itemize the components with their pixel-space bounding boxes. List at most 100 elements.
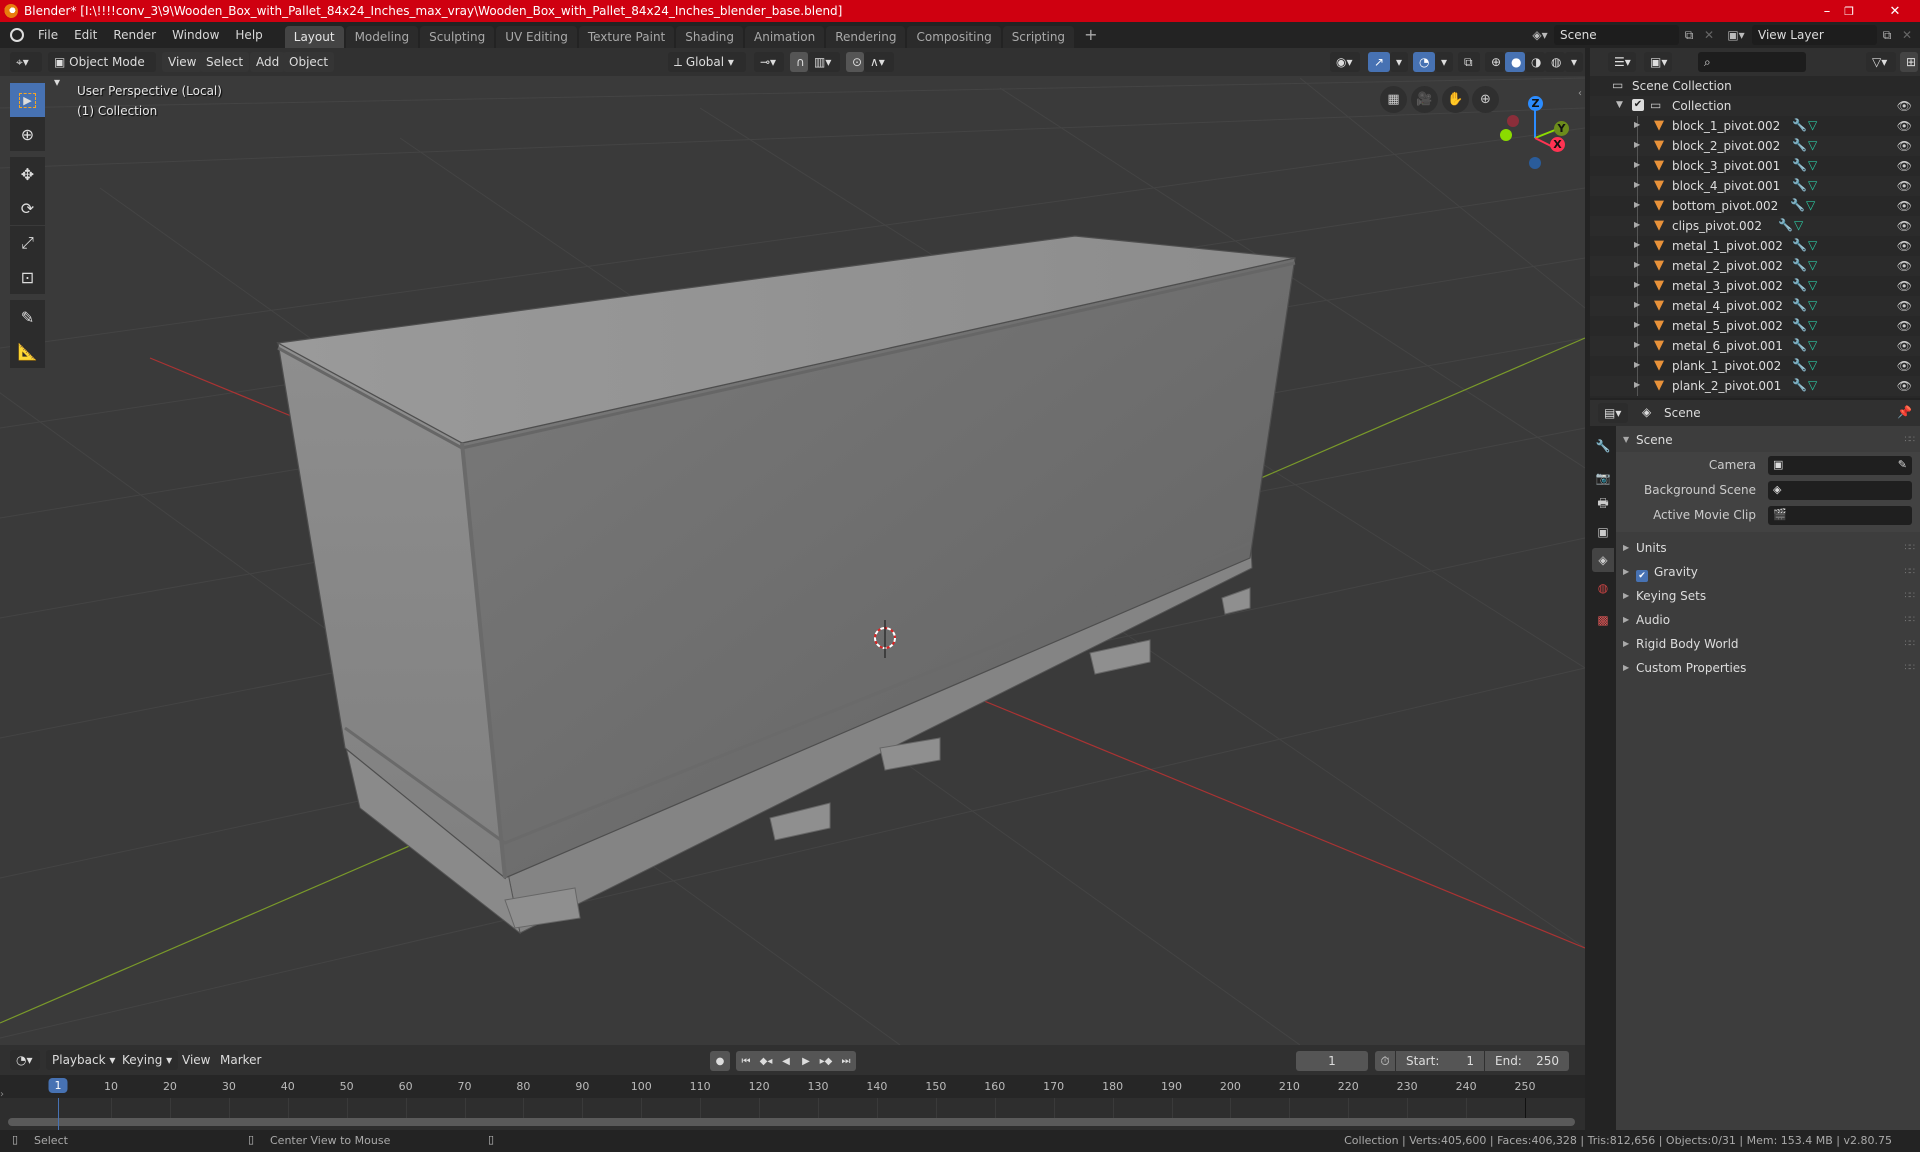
menu-help[interactable]: Help (227, 22, 270, 48)
visibility-eye-icon[interactable]: 👁 (1897, 99, 1912, 113)
pin-icon[interactable]: 📌 (1897, 405, 1912, 419)
mesh-data-icon[interactable]: ▽ (1794, 218, 1803, 232)
current-frame-field[interactable]: 1 (1296, 1051, 1368, 1071)
mesh-data-icon[interactable]: ▽ (1808, 318, 1817, 332)
new-scene-icon[interactable]: ⧉ (1679, 25, 1699, 45)
tab-shading[interactable]: Shading (676, 26, 743, 48)
sidebar-toggle-icon[interactable]: ‹ (1578, 88, 1582, 99)
outliner-item[interactable]: ▶ ▼ block_4_pivot.001 🔧 ▽ 👁 (1590, 176, 1920, 196)
shading-material-icon[interactable]: ◑ (1525, 52, 1545, 72)
tab-texture-paint[interactable]: Texture Paint (578, 26, 675, 48)
add-workspace-button[interactable]: + (1076, 22, 1105, 48)
outliner-editor-type-icon[interactable]: ☰▾ (1608, 52, 1636, 72)
snap-target-icon[interactable]: ▥▾ (808, 52, 840, 72)
outliner-item[interactable]: ▶ ▼ clips_pivot.002 🔧 ▽ 👁 (1590, 216, 1920, 236)
start-frame-field[interactable]: Start: 1 (1396, 1051, 1484, 1071)
modifier-wrench-icon[interactable]: 🔧 (1792, 298, 1807, 312)
blender-menu-icon[interactable] (10, 28, 24, 42)
shading-wireframe-icon[interactable]: ⊕ (1485, 52, 1505, 72)
modifier-wrench-icon[interactable]: 🔧 (1792, 158, 1807, 172)
playback-menu[interactable]: Playback ▾ (46, 1050, 122, 1070)
drag-grip-icon[interactable]: ∷∷ (1905, 428, 1916, 452)
transform-orientation-dropdown[interactable]: ⟂ Global ▾ (668, 52, 746, 72)
view-layer-browse-icon[interactable]: ▣▾ (1722, 25, 1750, 45)
drag-grip-icon[interactable]: ∷∷ (1905, 632, 1916, 656)
expand-icon[interactable]: ▶ (1634, 160, 1640, 169)
record-button[interactable]: ● (710, 1051, 730, 1071)
drag-grip-icon[interactable]: ∷∷ (1905, 656, 1916, 680)
delete-view-layer-icon[interactable]: ✕ (1897, 25, 1917, 45)
move-tool[interactable]: ✥ (10, 157, 45, 191)
cursor-tool[interactable]: ⊕ (10, 117, 45, 151)
measure-tool[interactable]: 📐 (10, 334, 45, 368)
shading-dropdown-icon[interactable]: ▾ (1565, 52, 1583, 72)
gizmo-z-axis[interactable]: Z (1528, 96, 1543, 111)
camera-view-icon[interactable]: 🎥 (1411, 86, 1438, 113)
timeline-expand-icon[interactable]: › (0, 1089, 4, 1100)
select-box-tool[interactable]: ▶ (10, 83, 45, 117)
rotate-tool[interactable]: ⟳ (10, 191, 45, 225)
gizmo-toggle-icon[interactable]: ↗ (1368, 52, 1390, 72)
timeline-view-menu[interactable]: View (176, 1050, 216, 1070)
collection-checkbox[interactable]: ✔ (1632, 99, 1644, 111)
object-mode-dropdown[interactable]: ▣ Object Mode ▾ (48, 52, 156, 89)
close-button[interactable]: ✕ (1872, 0, 1918, 22)
modifier-wrench-icon[interactable]: 🔧 (1792, 138, 1807, 152)
expand-icon[interactable]: ▶ (1634, 200, 1640, 209)
tab-rendering[interactable]: Rendering (826, 26, 906, 48)
visibility-eye-icon[interactable]: 👁 (1897, 199, 1912, 213)
visibility-eye-icon[interactable]: 👁 (1897, 279, 1912, 293)
play-reverse-button[interactable]: ◀ (776, 1051, 796, 1071)
drag-grip-icon[interactable]: ∷∷ (1905, 536, 1916, 560)
visibility-eye-icon[interactable]: 👁 (1897, 379, 1912, 393)
modifier-wrench-icon[interactable]: 🔧 (1792, 118, 1807, 132)
outliner-item[interactable]: ▶ ▼ metal_6_pivot.001 🔧 ▽ 👁 (1590, 336, 1920, 356)
tab-uv-editing[interactable]: UV Editing (496, 26, 577, 48)
timeline-track[interactable] (0, 1098, 1585, 1130)
mesh-data-icon[interactable]: ▽ (1808, 258, 1817, 272)
expand-icon[interactable]: ▶ (1634, 120, 1640, 129)
drag-grip-icon[interactable]: ∷∷ (1905, 560, 1916, 584)
visibility-eye-icon[interactable]: 👁 (1897, 139, 1912, 153)
eyedropper-icon[interactable]: ✎ (1898, 458, 1907, 471)
tab-compositing[interactable]: Compositing (907, 26, 1001, 48)
3d-viewport[interactable]: ⌖▾ ▣ Object Mode ▾ View Select Add Objec… (0, 48, 1585, 1045)
mesh-data-icon[interactable]: ▽ (1808, 138, 1817, 152)
output-tab-icon[interactable]: 🖶 (1592, 492, 1614, 516)
toggle-ortho-icon[interactable]: ▦ (1380, 86, 1407, 113)
expand-icon[interactable]: ▶ (1634, 180, 1640, 189)
editor-type-icon[interactable]: ⌖▾ (10, 52, 42, 72)
expand-icon[interactable]: ▶ (1634, 340, 1640, 349)
visibility-eye-icon[interactable]: 👁 (1897, 259, 1912, 273)
expand-icon[interactable]: ▶ (1634, 240, 1640, 249)
next-keyframe-button[interactable]: ▸◆ (816, 1051, 836, 1071)
outliner-item[interactable]: ▶ ▼ block_3_pivot.001 🔧 ▽ 👁 (1590, 156, 1920, 176)
transform-tool[interactable]: ⊡ (10, 260, 45, 294)
pivot-point-icon[interactable]: ⊸▾ (754, 52, 784, 72)
xray-toggle-icon[interactable]: ⧉ (1458, 52, 1480, 72)
outliner-scene-collection[interactable]: ▭ Scene Collection (1590, 76, 1920, 96)
jump-start-button[interactable]: ⏮ (736, 1051, 756, 1071)
gizmo-neg-y-axis[interactable] (1500, 129, 1512, 141)
outliner-item[interactable]: ▶ ▼ metal_3_pivot.002 🔧 ▽ 👁 (1590, 276, 1920, 296)
expand-icon[interactable]: ▶ (1634, 320, 1640, 329)
gizmo-neg-x-axis[interactable] (1507, 115, 1519, 127)
tab-animation[interactable]: Animation (745, 26, 825, 48)
gizmo-y-axis[interactable]: Y (1554, 121, 1569, 136)
shading-rendered-icon[interactable]: ◍ (1545, 52, 1565, 72)
outliner-item[interactable]: ▶ ▼ metal_5_pivot.002 🔧 ▽ 👁 (1590, 316, 1920, 336)
mesh-data-icon[interactable]: ▽ (1808, 178, 1817, 192)
visibility-eye-icon[interactable]: 👁 (1897, 119, 1912, 133)
menu-render[interactable]: Render (105, 22, 164, 48)
modifier-wrench-icon[interactable]: 🔧 (1792, 378, 1807, 392)
end-frame-field[interactable]: End: 250 (1485, 1051, 1569, 1071)
object-menu[interactable]: Object (283, 52, 335, 72)
modifier-wrench-icon[interactable]: 🔧 (1792, 358, 1807, 372)
mesh-data-icon[interactable]: ▽ (1808, 338, 1817, 352)
modifier-wrench-icon[interactable]: 🔧 (1792, 318, 1807, 332)
outliner-collection[interactable]: ▼ ✔ ▭ Collection 👁 (1590, 96, 1920, 116)
tab-modeling[interactable]: Modeling (345, 26, 419, 48)
expand-icon[interactable]: ▶ (1634, 380, 1640, 389)
scene-tab-icon[interactable]: ◈ (1592, 548, 1614, 572)
camera-field[interactable]: ▣ ✎ (1768, 456, 1912, 475)
